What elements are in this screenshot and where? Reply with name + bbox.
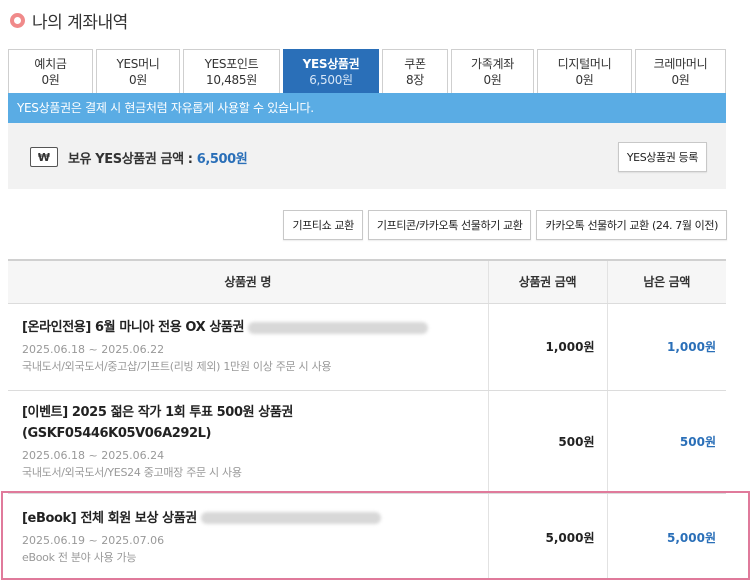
gift-card-info: [온라인전용] 6월 마니아 전용 OX 상품권 2025.06.18 ~ 20… — [8, 303, 488, 391]
account-tabs: 예치금 0원 YES머니 0원 YES포인트 10,485원 YES상품권 6,… — [8, 49, 726, 93]
gift-card-name: [eBook] 전체 회원 보상 상품권 — [22, 508, 474, 529]
tab-label: 디지털머니 — [557, 56, 612, 71]
balance-value: 6,500원 — [196, 152, 248, 167]
notice-bar: YES상품권은 결제 시 현금처럼 자유롭게 사용할 수 있습니다. — [8, 93, 726, 123]
tab-value: 8장 — [405, 72, 425, 87]
gift-card-amount: 1,000원 — [487, 303, 607, 391]
gift-card-amount: 500원 — [487, 390, 607, 494]
gift-card-info: [eBook] 전체 회원 보상 상품권 2025.06.19 ~ 2025.0… — [8, 493, 488, 580]
gift-card-table: 상품권 명 상품권 금액 남은 금액 [온라인전용] 6월 마니아 전용 OX … — [8, 259, 726, 580]
table-row: [온라인전용] 6월 마니아 전용 OX 상품권 2025.06.18 ~ 20… — [8, 303, 726, 391]
circle-bullet-icon — [10, 12, 25, 28]
gift-card-name-text: [eBook] 전체 회원 보상 상품권 — [22, 510, 197, 526]
gift-card-desc: 국내도서/외국도서/중고샵/기프트(리빙 제외) 1만원 이상 주문 시 사용 — [22, 360, 332, 373]
page-title-area: 나의 계좌내역 — [10, 8, 128, 33]
gift-card-date: 2025.06.19 ~ 2025.07.06 — [22, 533, 165, 547]
balance-box: ₩ 보유 YES상품권 금액 : 6,500원 YES상품권 등록 — [8, 123, 726, 189]
tab-label: 예치금 — [34, 56, 67, 71]
page-title: 나의 계좌내역 — [32, 12, 128, 33]
gift-card-info: [이벤트] 2025 젊은 작가 1회 투표 500원 상품권 (GSKF054… — [8, 390, 488, 494]
register-gift-card-button[interactable]: YES상품권 등록 — [617, 142, 707, 172]
tab-value: 0원 — [575, 72, 594, 87]
blurred-code — [248, 321, 429, 334]
gift-card-date: 2025.06.18 ~ 2025.06.22 — [22, 343, 165, 356]
tab-value: 10,485원 — [206, 72, 257, 87]
blurred-code — [200, 512, 381, 524]
tab-label: YES포인트 — [204, 56, 259, 71]
won-bill-icon: ₩ — [30, 147, 58, 167]
balance-label: 보유 YES상품권 금액 : 6,500원 — [68, 148, 248, 167]
tab-yes-money[interactable]: YES머니 0원 — [96, 49, 180, 93]
gift-card-remaining: 5,000원 — [606, 493, 726, 580]
gift-card-name-text: [온라인전용] 6월 마니아 전용 OX 상품권 — [22, 320, 245, 335]
gift-card-desc: eBook 전 분야 사용 가능 — [22, 550, 137, 564]
col-header-amount: 상품권 금액 — [487, 259, 607, 304]
tab-digital-money[interactable]: 디지털머니 0원 — [537, 49, 632, 93]
tab-coupon[interactable]: 쿠폰 8장 — [382, 49, 448, 93]
gift-card-desc: 국내도서/외국도서/YES24 중고매장 주문 시 사용 — [22, 465, 242, 479]
kakao-gift-exchange-button[interactable]: 카카오톡 선물하기 교환 (24. 7월 이전) — [536, 210, 727, 240]
tab-label: 쿠폰 — [404, 56, 426, 71]
gifticon-show-exchange-button[interactable]: 기프티쇼 교환 — [283, 210, 363, 240]
tab-label: YES상품권 — [302, 56, 360, 71]
tab-deposit[interactable]: 예치금 0원 — [8, 49, 93, 93]
tab-value: 0원 — [128, 72, 148, 87]
exchange-buttons: 기프티쇼 교환 기프티콘/카카오톡 선물하기 교환 카카오톡 선물하기 교환 (… — [283, 210, 727, 240]
tab-value: 0원 — [483, 72, 502, 87]
gift-card-name: [온라인전용] 6월 마니아 전용 OX 상품권 — [22, 317, 474, 338]
gift-card-amount: 5,000원 — [487, 493, 607, 580]
col-header-remaining: 남은 금액 — [606, 259, 726, 304]
tab-value: 0원 — [671, 72, 690, 87]
tab-label: 크레마머니 — [653, 56, 708, 71]
col-header-name: 상품권 명 — [8, 259, 488, 304]
gift-card-date: 2025.06.18 ~ 2025.06.24 — [22, 448, 165, 462]
balance-label-text: 보유 YES상품권 금액 : — [68, 152, 197, 167]
tab-value: 0원 — [41, 72, 60, 87]
tab-value: 6,500원 — [309, 72, 353, 87]
gift-card-name: [이벤트] 2025 젊은 작가 1회 투표 500원 상품권 (GSKF054… — [22, 404, 293, 441]
table-row: [이벤트] 2025 젊은 작가 1회 투표 500원 상품권 (GSKF054… — [8, 390, 726, 494]
table-row: [eBook] 전체 회원 보상 상품권 2025.06.19 ~ 2025.0… — [8, 493, 726, 580]
tab-label: 가족계좌 — [471, 56, 514, 71]
gift-card-remaining: 500원 — [606, 390, 726, 494]
gift-card-remaining: 1,000원 — [606, 303, 726, 391]
tab-yes-point[interactable]: YES포인트 10,485원 — [183, 49, 280, 93]
tab-crema-money[interactable]: 크레마머니 0원 — [635, 49, 726, 93]
gifticon-kakao-exchange-button[interactable]: 기프티콘/카카오톡 선물하기 교환 — [367, 210, 532, 240]
tab-yes-gift-card[interactable]: YES상품권 6,500원 — [283, 49, 379, 93]
tab-label: YES머니 — [116, 56, 160, 71]
tab-family-account[interactable]: 가족계좌 0원 — [451, 49, 534, 93]
